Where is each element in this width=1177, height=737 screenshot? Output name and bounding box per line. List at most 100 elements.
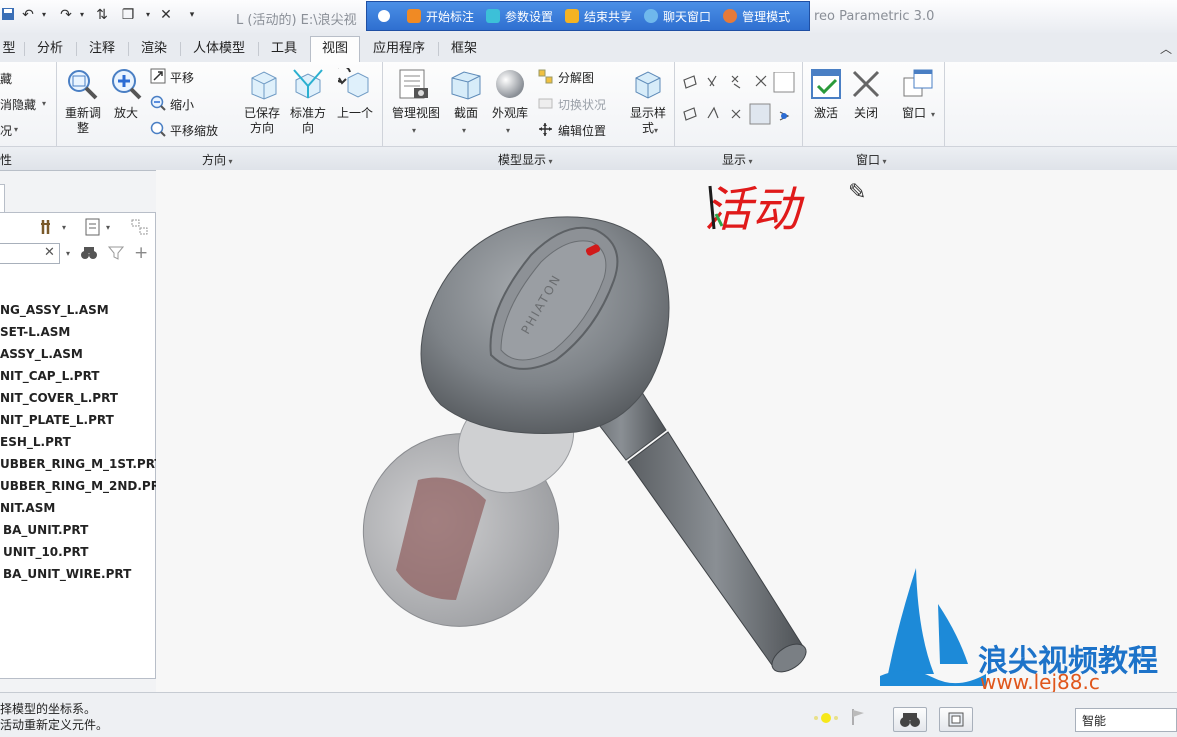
start-annotation-button[interactable]: 开始标注 <box>402 2 479 30</box>
tab-render[interactable]: 渲染 <box>134 37 174 61</box>
saved-orientations-button[interactable]: 已保存 方向 <box>238 106 286 136</box>
zoom-out-button[interactable]: 缩小 <box>170 96 194 113</box>
tab-human-model[interactable]: 人体模型 <box>186 37 252 61</box>
exploded-view-button[interactable]: 分解图 <box>558 69 594 86</box>
tree-item[interactable]: NIT_COVER_L.PRT <box>0 391 118 405</box>
activate-icon[interactable] <box>810 68 842 100</box>
tab-framework[interactable]: 框架 <box>444 37 484 61</box>
section-button[interactable]: 截面 <box>446 106 486 121</box>
tree-item[interactable]: NIT_PLATE_L.PRT <box>0 413 114 427</box>
pan-zoom-button[interactable]: 平移缩放 <box>170 122 218 139</box>
edit-position-button[interactable]: 编辑位置 <box>558 122 606 139</box>
model-tree-tab[interactable] <box>0 184 5 214</box>
undo-icon[interactable]: ↶ <box>20 7 36 23</box>
selection-filter-select[interactable]: 智能 <box>1075 708 1177 732</box>
zoom-out-icon[interactable] <box>150 95 166 111</box>
tree-item[interactable]: NIT.ASM <box>0 501 55 515</box>
group-label-model-display[interactable]: 模型显示 ▾ <box>498 151 553 168</box>
tab-applications[interactable]: 应用程序 <box>366 37 432 61</box>
search-dropdown-icon[interactable]: ▾ <box>66 249 70 258</box>
manage-views-button[interactable]: 管理视图 <box>388 106 444 121</box>
tree-show-icon[interactable] <box>84 218 102 236</box>
graphics-viewport[interactable]: PHIATON 活动 ✎ 浪尖视频教程 www.lej88.c <box>156 170 1177 694</box>
find-icon[interactable] <box>80 245 98 261</box>
redo-icon[interactable]: ↷ <box>58 7 74 23</box>
refit-icon[interactable] <box>66 68 98 100</box>
ribbon-partial-hide[interactable]: 藏 <box>0 70 12 87</box>
selection-box-button[interactable] <box>939 707 973 732</box>
tree-item[interactable]: BA_UNIT_WIRE.PRT <box>3 567 131 581</box>
admin-mode-button[interactable]: 管理模式 <box>718 2 795 30</box>
chat-window-button[interactable]: 聊天窗口 <box>639 2 716 30</box>
pan-icon[interactable] <box>150 68 166 84</box>
tree-item[interactable]: UBBER_RING_M_1ST.PRT <box>0 457 163 471</box>
edit-position-icon[interactable] <box>538 122 553 137</box>
find-button[interactable] <box>893 707 927 732</box>
exploded-view-icon[interactable] <box>538 69 553 84</box>
tree-item[interactable]: UBBER_RING_M_2ND.PRT <box>0 479 168 493</box>
dropdown-icon[interactable]: ▾ <box>654 126 658 135</box>
dropdown-icon[interactable]: ▾ <box>42 99 46 108</box>
windows-button[interactable]: 窗口 <box>898 106 930 121</box>
dropdown-icon[interactable]: ▾ <box>412 126 416 135</box>
dropdown-icon[interactable]: ▾ <box>462 126 466 135</box>
tab-annotate[interactable]: 注释 <box>82 37 122 61</box>
minimize-ribbon-icon[interactable]: ︿ <box>1160 40 1172 57</box>
parameter-settings-button[interactable]: 参数设置 <box>481 2 558 30</box>
tree-item[interactable]: UNIT_10.PRT <box>3 545 88 559</box>
filter-icon[interactable] <box>107 245 125 261</box>
close-window-icon[interactable]: ✕ <box>158 7 174 23</box>
group-label-window[interactable]: 窗口 ▾ <box>856 151 887 168</box>
group-label-orientation[interactable]: 方向 ▾ <box>202 151 233 168</box>
refit-button[interactable]: 重新调 整 <box>60 106 106 136</box>
tree-item[interactable]: NG_ASSY_L.ASM <box>0 303 109 317</box>
tab-view[interactable]: 视图 <box>310 36 360 63</box>
previous-orientation-button[interactable]: 上一个 <box>332 106 378 121</box>
appearance-gallery-button[interactable]: 外观库 <box>488 106 532 121</box>
windows-icon[interactable] <box>902 68 934 100</box>
earphone-model[interactable]: PHIATON <box>156 170 1177 692</box>
tab-model[interactable]: 型 <box>0 37 18 61</box>
customize-dropdown-icon[interactable]: ▾ <box>184 7 200 23</box>
tab-tools[interactable]: 工具 <box>264 37 304 61</box>
dropdown-icon[interactable]: ▾ <box>14 125 18 134</box>
dropdown-icon[interactable]: ▾ <box>506 126 510 135</box>
save-icon[interactable] <box>0 7 16 23</box>
display-style-icon[interactable] <box>632 68 664 100</box>
appearance-gallery-icon[interactable] <box>494 68 526 100</box>
end-share-button[interactable]: 结束共享 <box>560 2 637 30</box>
tree-item[interactable]: ESH_L.PRT <box>0 435 71 449</box>
zoom-in-icon[interactable] <box>110 68 142 100</box>
zoom-in-button[interactable]: 放大 <box>108 106 144 121</box>
close-button[interactable]: 关闭 <box>846 106 886 121</box>
ribbon-partial-status[interactable]: 况 <box>0 122 12 139</box>
manage-views-icon[interactable] <box>398 68 430 100</box>
activate-button[interactable]: 激活 <box>806 106 846 121</box>
close-icon[interactable] <box>850 68 882 100</box>
flag-icon[interactable] <box>850 708 866 726</box>
redo-dropdown-icon[interactable]: ▾ <box>74 7 90 23</box>
dropdown-icon[interactable]: ▾ <box>62 223 66 232</box>
standard-orientation-button[interactable]: 标准方 向 <box>284 106 332 136</box>
dropdown-icon[interactable]: ▾ <box>931 110 935 119</box>
tree-item[interactable]: ASSY_L.ASM <box>0 347 83 361</box>
add-icon[interactable]: + <box>134 243 148 263</box>
pan-button[interactable]: 平移 <box>170 69 194 86</box>
tree-filter-icon[interactable] <box>130 218 150 236</box>
windows-dropdown-icon[interactable]: ▾ <box>140 7 156 23</box>
tree-settings-icon[interactable] <box>40 218 58 236</box>
tab-analysis[interactable]: 分析 <box>30 37 70 61</box>
tree-item[interactable]: BA_UNIT.PRT <box>3 523 88 537</box>
saved-orientations-icon[interactable] <box>246 68 278 100</box>
group-label-show[interactable]: 显示 ▾ <box>722 151 753 168</box>
tree-item[interactable]: NIT_CAP_L.PRT <box>0 369 99 383</box>
section-icon[interactable] <box>450 68 482 100</box>
previous-orientation-icon[interactable] <box>333 65 370 100</box>
regenerate-icon[interactable]: ⇅ <box>94 7 110 23</box>
share-pin-button[interactable] <box>373 2 400 30</box>
dropdown-icon[interactable]: ▾ <box>106 223 110 232</box>
display-style-button[interactable]: 显示样 式 <box>624 106 672 136</box>
ribbon-partial-unhide[interactable]: 消隐藏 <box>0 96 36 113</box>
undo-dropdown-icon[interactable]: ▾ <box>36 7 52 23</box>
pan-zoom-icon[interactable] <box>150 121 166 137</box>
